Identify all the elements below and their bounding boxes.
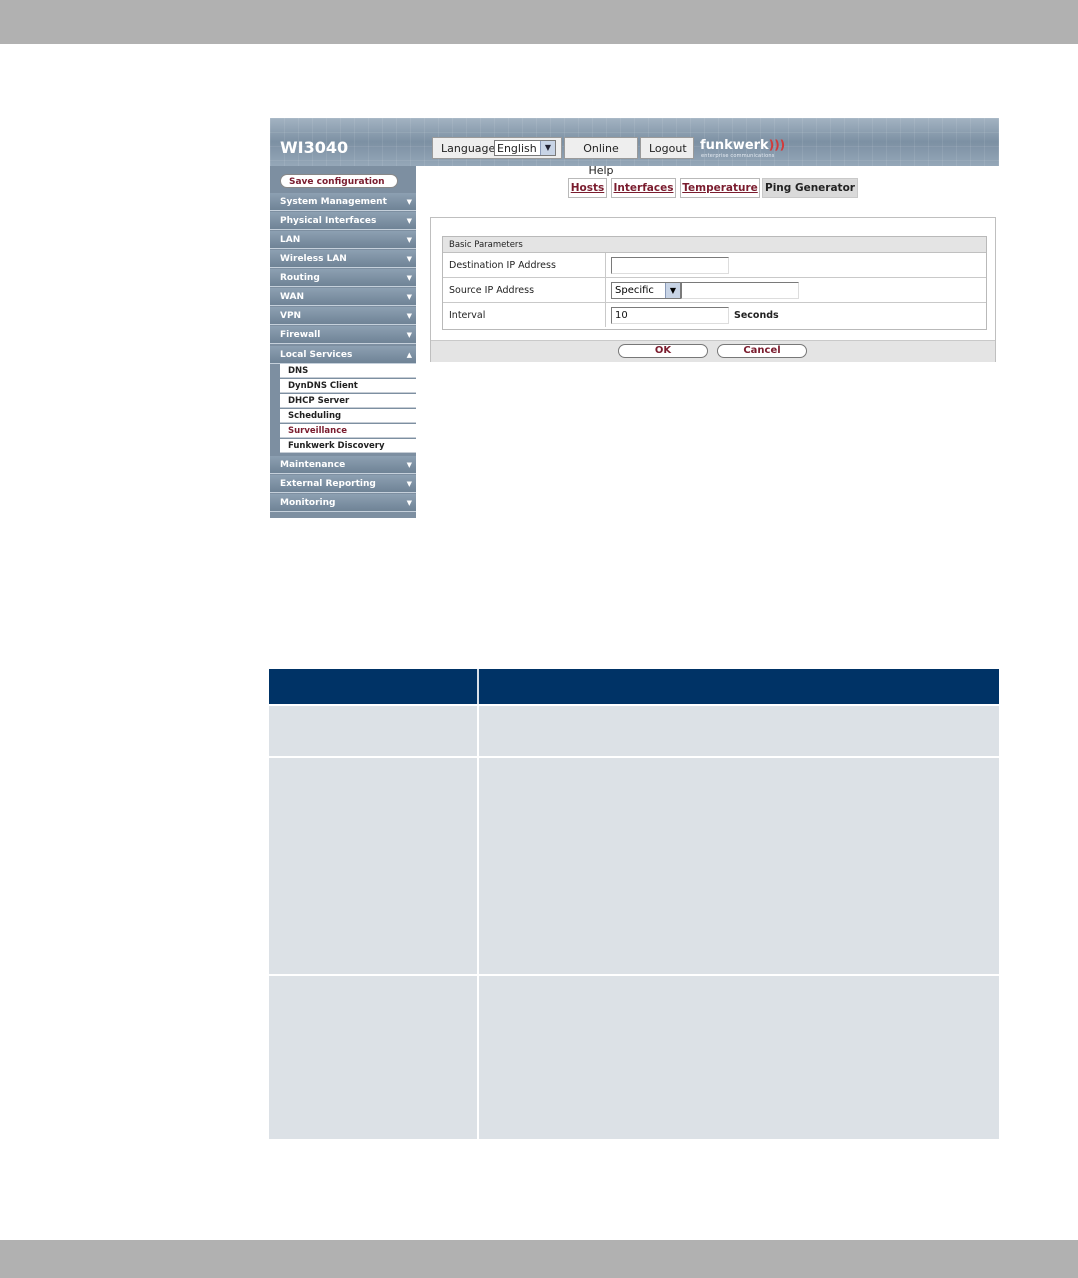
source-ip-mode-select[interactable]: Specific ▼: [611, 282, 681, 299]
sidebar-item-maintenance[interactable]: Maintenance ▼: [270, 456, 416, 474]
section-title: Basic Parameters: [443, 237, 986, 253]
app-header: WI3040 Language English ▼ Online Help Lo…: [270, 118, 999, 177]
chevron-down-icon: ▼: [406, 293, 412, 301]
table-row: [269, 704, 999, 756]
source-ip-row: Source IP Address Specific ▼: [443, 278, 986, 303]
source-ip-mode-value: Specific: [615, 285, 654, 296]
table-row: [269, 974, 999, 1139]
destination-ip-input[interactable]: [611, 257, 729, 274]
chevron-up-icon: ▲: [406, 351, 412, 359]
sidebar-item-system-management[interactable]: System Management ▼: [270, 193, 416, 211]
tab-temperature[interactable]: Temperature: [680, 178, 760, 198]
column-divider: [477, 758, 479, 974]
chevron-down-icon: ▼: [406, 217, 412, 225]
table-row: [269, 756, 999, 974]
cancel-button[interactable]: Cancel: [717, 344, 807, 358]
sidebar-item-label: Maintenance: [280, 460, 346, 470]
language-dropdown[interactable]: English ▼: [494, 140, 556, 156]
ok-button[interactable]: OK: [618, 344, 708, 358]
sidebar-item-label: Routing: [280, 273, 320, 283]
logo-subtitle: enterprise communications: [701, 153, 775, 159]
funkwerk-logo: funkwerk))): [700, 138, 785, 153]
table-header: [269, 669, 999, 704]
sidebar-item-physical-interfaces[interactable]: Physical Interfaces ▼: [270, 212, 416, 230]
chevron-down-icon: ▼: [406, 255, 412, 263]
interval-unit: Seconds: [734, 310, 779, 321]
destination-ip-row: Destination IP Address: [443, 253, 986, 278]
web-ui-screenshot: WI3040 Language English ▼ Online Help Lo…: [270, 118, 999, 518]
chevron-down-icon: ▼: [406, 331, 412, 339]
sidebar-item-label: Firewall: [280, 330, 321, 340]
chevron-down-icon: ▼: [406, 274, 412, 282]
basic-parameters-section: Basic Parameters Destination IP Address …: [442, 236, 987, 330]
column-divider: [477, 669, 479, 704]
sidebar-item-label: Local Services: [280, 350, 353, 360]
interval-label: Interval: [449, 310, 486, 321]
sidebar-item-firewall[interactable]: Firewall ▼: [270, 326, 416, 344]
sidebar-item-external-reporting[interactable]: External Reporting ▼: [270, 475, 416, 493]
chevron-down-icon: ▼: [406, 312, 412, 320]
form-button-bar: OK Cancel: [431, 340, 995, 362]
column-divider: [477, 706, 479, 756]
signal-waves-icon: ))): [768, 138, 786, 152]
language-value: English: [497, 142, 537, 155]
interval-input[interactable]: 10: [611, 307, 729, 324]
logo-text: funkwerk: [700, 138, 769, 153]
sidebar-item-vpn[interactable]: VPN ▼: [270, 307, 416, 325]
chevron-down-icon: ▼: [406, 461, 412, 469]
interval-row: Interval 10 Seconds: [443, 303, 986, 328]
page-bottom-band: [0, 1240, 1078, 1278]
sidebar-item-wireless-lan[interactable]: Wireless LAN ▼: [270, 250, 416, 268]
sidebar-subitem-scheduling[interactable]: Scheduling: [280, 409, 416, 423]
page-top-band: [0, 0, 1078, 44]
sidebar-subitem-funkwerk-discovery[interactable]: Funkwerk Discovery: [280, 439, 416, 453]
destination-ip-label: Destination IP Address: [449, 260, 556, 271]
sidebar-item-label: WAN: [280, 292, 305, 302]
language-selector[interactable]: Language English ▼: [432, 137, 562, 159]
sidebar-subitem-dyndns-client[interactable]: DynDNS Client: [280, 379, 416, 393]
sidebar-item-label: Monitoring: [280, 498, 336, 508]
sidebar-subitem-surveillance[interactable]: Surveillance: [280, 424, 416, 438]
chevron-down-icon: ▼: [406, 499, 412, 507]
chevron-down-icon: ▼: [406, 198, 412, 206]
sidebar-item-label: Wireless LAN: [280, 254, 347, 264]
sidebar-item-routing[interactable]: Routing ▼: [270, 269, 416, 287]
save-configuration-button[interactable]: Save configuration: [280, 174, 398, 188]
column-divider: [605, 278, 606, 302]
online-help-button[interactable]: Online Help: [564, 137, 638, 177]
column-divider: [477, 976, 479, 1139]
sidebar-item-label: LAN: [280, 235, 301, 245]
sidebar-item-monitoring[interactable]: Monitoring ▼: [270, 494, 416, 512]
chevron-down-icon[interactable]: ▼: [665, 283, 680, 298]
language-label: Language: [441, 142, 496, 155]
sidebar-item-wan[interactable]: WAN ▼: [270, 288, 416, 306]
sidebar-subitem-dhcp-server[interactable]: DHCP Server: [280, 394, 416, 408]
source-ip-input[interactable]: [681, 282, 799, 299]
source-ip-label: Source IP Address: [449, 285, 535, 296]
sidebar-item-label: External Reporting: [280, 479, 376, 489]
ping-generator-form: Basic Parameters Destination IP Address …: [430, 217, 996, 362]
sidebar: Save configuration System Management ▼ Ph…: [270, 166, 416, 518]
chevron-down-icon: ▼: [406, 480, 412, 488]
tab-interfaces[interactable]: Interfaces: [611, 178, 676, 198]
sidebar-item-label: Physical Interfaces: [280, 216, 377, 226]
sidebar-item-local-services[interactable]: Local Services ▲: [270, 346, 416, 364]
product-name: WI3040: [280, 138, 349, 157]
sidebar-item-lan[interactable]: LAN ▼: [270, 231, 416, 249]
tab-hosts[interactable]: Hosts: [568, 178, 607, 198]
column-divider: [605, 253, 606, 277]
sidebar-item-label: VPN: [280, 311, 302, 321]
column-divider: [605, 303, 606, 327]
logout-button[interactable]: Logout: [640, 137, 694, 159]
chevron-down-icon: ▼: [406, 236, 412, 244]
chevron-down-icon[interactable]: ▼: [540, 141, 555, 155]
tab-ping-generator[interactable]: Ping Generator: [762, 178, 858, 198]
sidebar-item-label: System Management: [280, 197, 387, 207]
sidebar-subitem-dns[interactable]: DNS: [280, 364, 416, 378]
